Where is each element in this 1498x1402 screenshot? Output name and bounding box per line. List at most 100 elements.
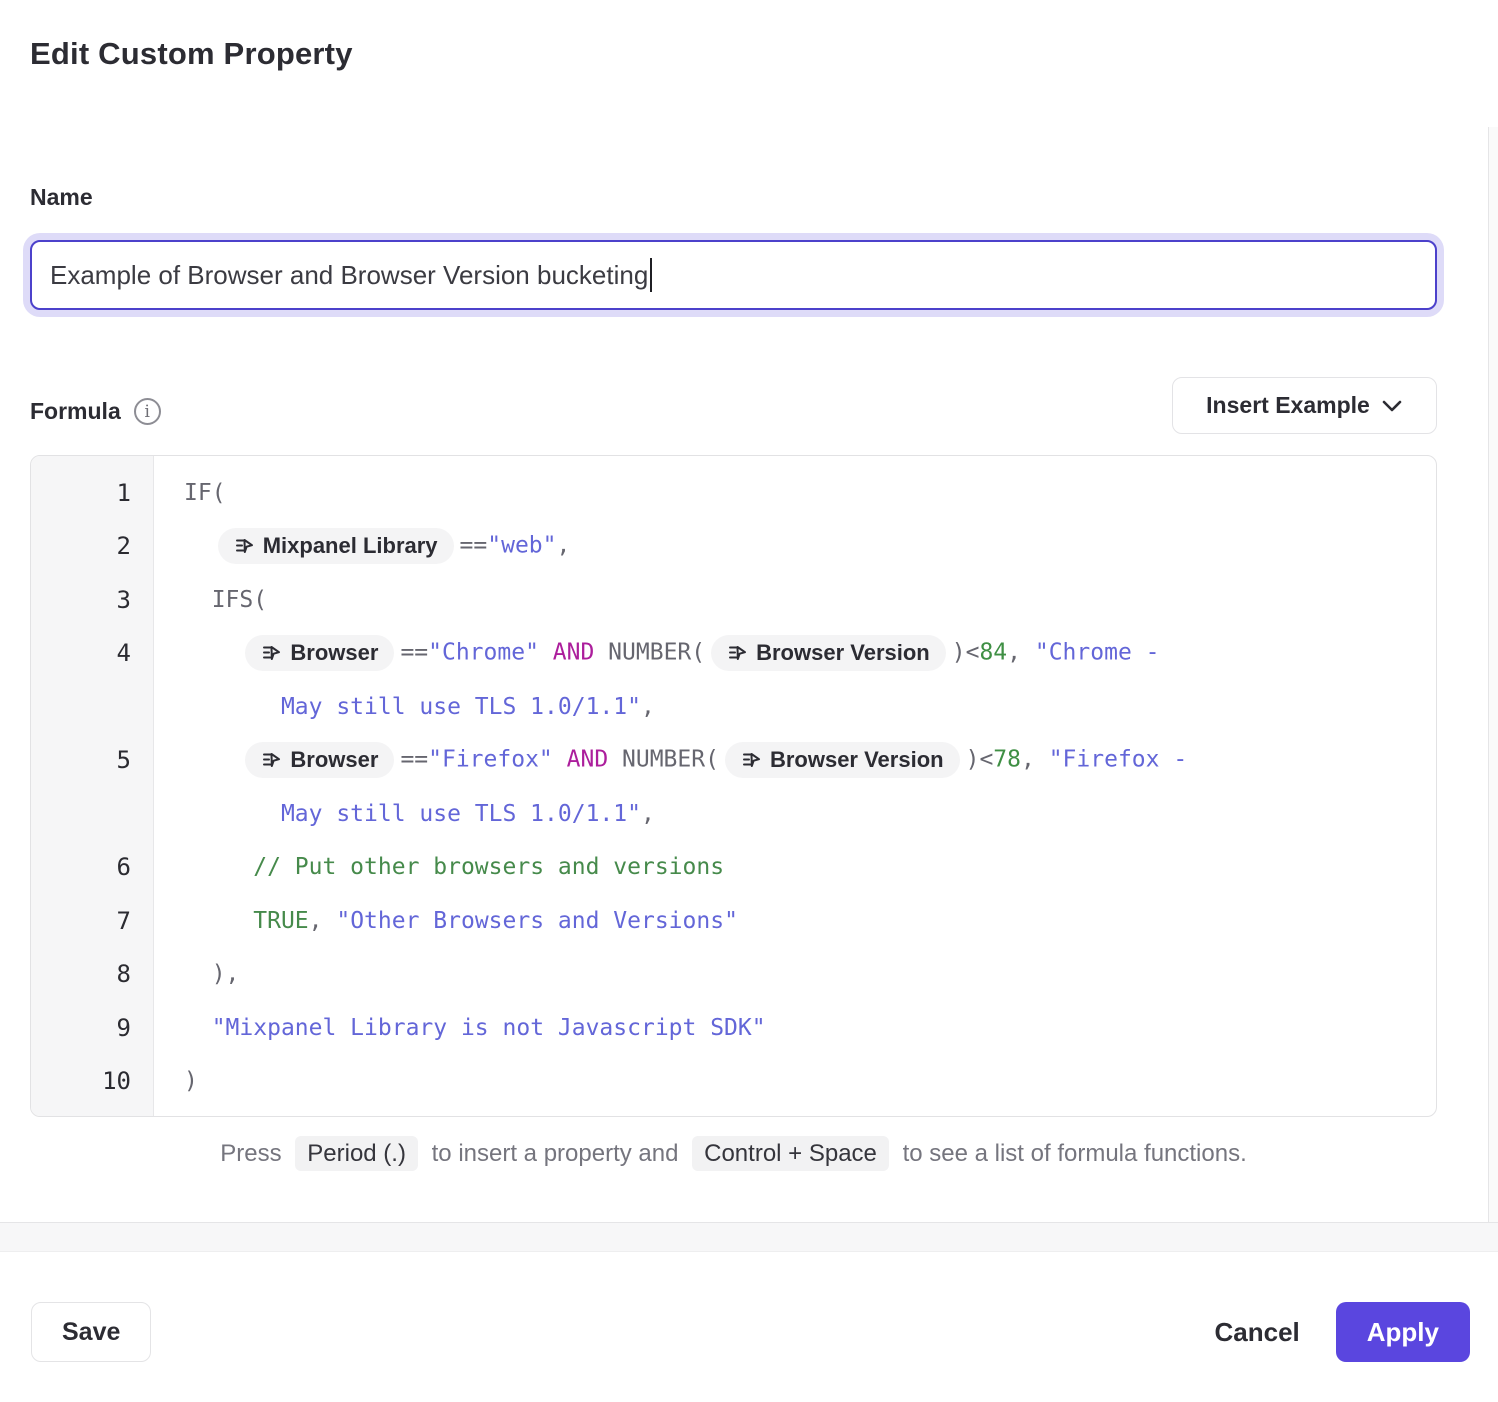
code-token [539,640,553,666]
code-rows: 1IF(2 Mixpanel Library=="web",3 IFS(4 Br… [31,466,1436,1108]
property-icon [727,643,747,663]
chevron-down-icon [1381,399,1403,413]
formula-label: Formula [30,398,121,425]
code-line[interactable]: ) [155,1068,1436,1094]
line-number: 5 [31,734,155,788]
property-chip-label: Mixpanel Library [263,533,438,559]
property-chip[interactable]: Mixpanel Library [218,528,454,564]
code-token: , [557,533,571,559]
code-row: 8 ), [31,948,1436,1002]
code-row: 1 IF( [31,466,1436,520]
name-input[interactable]: Example of Browser and Browser Version b… [30,240,1437,310]
editor-hint: Press Period (.) to insert a property an… [30,1140,1437,1168]
property-chip[interactable]: Browser [245,635,394,671]
code-token: , [641,801,655,827]
code-token: )< [966,747,994,773]
code-row: 7 TRUE, "Other Browsers and Versions" [31,894,1436,948]
name-input-value: Example of Browser and Browser Version b… [50,260,648,291]
code-line[interactable]: May still use TLS 1.0/1.1", [155,694,1436,720]
code-token [184,801,281,827]
code-row: 5 Browser=="Firefox" AND NUMBER( Browser … [31,734,1436,788]
line-number: 4 [31,627,155,681]
code-token [184,694,281,720]
code-line[interactable]: Mixpanel Library =="web", [155,528,1436,564]
code-token: NUMBER( [608,747,719,773]
line-number: 3 [31,573,155,627]
code-token: "Mixpanel Library is not Javascript SDK" [212,1015,766,1041]
property-chip[interactable]: Browser Version [711,635,946,671]
code-line[interactable]: May still use TLS 1.0/1.1", [155,801,1436,827]
section-divider [0,1222,1498,1252]
property-chip[interactable]: Browser Version [725,742,960,778]
edit-custom-property-dialog: { "dialog": { "title": "Edit Custom Prop… [0,0,1498,1402]
code-token: ) [184,1068,198,1094]
save-button[interactable]: Save [31,1302,151,1362]
property-chip-label: Browser Version [756,640,930,666]
name-field-label: Name [30,184,93,211]
code-token: , [1021,747,1049,773]
code-token [184,1015,212,1041]
code-token: "Chrome" [428,640,539,666]
hint-tail: to see a list of formula functions. [903,1140,1247,1167]
property-chip-label: Browser Version [770,747,944,773]
code-line[interactable]: Browser=="Chrome" AND NUMBER(Browser Ver… [155,635,1436,671]
line-number: 10 [31,1055,155,1109]
property-chip-label: Browser [290,640,378,666]
code-token [184,908,253,934]
formula-editor[interactable]: 1IF(2 Mixpanel Library=="web",3 IFS(4 Br… [30,455,1437,1117]
code-line[interactable]: ), [155,961,1436,987]
code-line[interactable]: // Put other browsers and versions [155,854,1436,880]
property-icon [261,643,281,663]
line-number: 1 [31,466,155,520]
insert-example-button[interactable]: Insert Example [1172,377,1437,434]
code-token [184,533,212,559]
code-row: 2 Mixpanel Library=="web", [31,520,1436,574]
code-token: "Firefox" [428,747,553,773]
property-icon [261,750,281,770]
hint-middle: to insert a property and [432,1140,679,1167]
code-line[interactable]: Browser=="Firefox" AND NUMBER( Browser Ve… [155,742,1436,778]
cancel-button[interactable]: Cancel [1209,1317,1306,1348]
apply-button[interactable]: Apply [1336,1302,1470,1362]
footer-actions: Cancel Apply [1209,1302,1471,1362]
scrollbar-track[interactable] [1488,127,1498,1222]
code-token: // Put other browsers and versions [253,854,724,880]
code-row: May still use TLS 1.0/1.1", [31,787,1436,841]
key-period-pill: Period (.) [295,1136,418,1171]
property-chip[interactable]: Browser [245,742,394,778]
code-line[interactable]: "Mixpanel Library is not Javascript SDK" [155,1015,1436,1041]
code-token: "Chrome - [1035,640,1160,666]
code-token: , [641,694,655,720]
key-control-space-pill: Control + Space [692,1136,889,1171]
code-token: , [1007,640,1035,666]
code-token: AND [567,747,609,773]
code-token: TRUE [253,908,308,934]
code-line[interactable]: IFS( [155,587,1436,613]
line-number: 9 [31,1001,155,1055]
code-row: 10) [31,1055,1436,1109]
code-row: 9 "Mixpanel Library is not Javascript SD… [31,1001,1436,1055]
code-token: AND [553,640,595,666]
code-token: == [460,533,488,559]
code-token: 78 [993,747,1021,773]
code-token: "web" [487,533,556,559]
code-token [553,747,567,773]
code-token: IF( [184,480,226,506]
code-token: ), [184,961,239,987]
code-token: "Firefox - [1049,747,1187,773]
code-token: , [309,908,337,934]
code-line[interactable]: IF( [155,480,1436,506]
code-token: == [400,747,428,773]
code-token: 84 [979,640,1007,666]
text-cursor [650,258,652,292]
code-token: "Other Browsers and Versions" [336,908,738,934]
line-number: 6 [31,841,155,895]
page-title: Edit Custom Property [30,36,353,72]
code-row: 6 // Put other browsers and versions [31,841,1436,895]
code-row: 4 Browser=="Chrome" AND NUMBER(Browser V… [31,627,1436,681]
code-line[interactable]: TRUE, "Other Browsers and Versions" [155,908,1436,934]
code-token [184,640,239,666]
code-token: IFS( [184,587,267,613]
code-token: May still use TLS 1.0/1.1" [281,694,641,720]
info-icon[interactable]: i [134,398,161,425]
